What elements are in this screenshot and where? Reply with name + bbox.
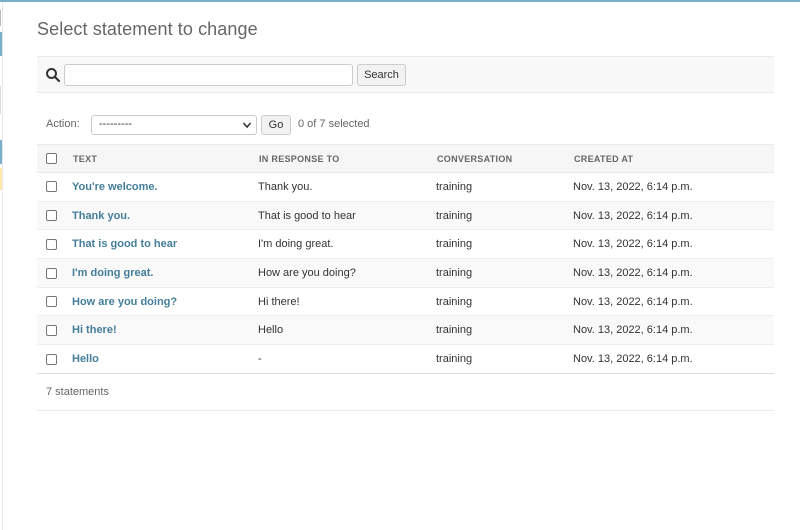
select-all-cell xyxy=(37,144,72,173)
table-row: Thank you. That is good to hear training… xyxy=(37,201,774,231)
in-response-to-cell: Hi there! xyxy=(258,287,436,317)
row-checkbox[interactable] xyxy=(46,296,57,308)
row-checkbox[interactable] xyxy=(46,181,57,193)
statement-link[interactable]: Thank you. xyxy=(72,210,130,222)
conversation-cell: training xyxy=(436,258,573,288)
statement-link[interactable]: Hi there! xyxy=(72,324,117,336)
in-response-to-cell: Thank you. xyxy=(258,172,436,202)
created-at-cell: Nov. 13, 2022, 6:14 p.m. xyxy=(573,315,774,346)
created-at-cell: Nov. 13, 2022, 6:14 p.m. xyxy=(573,172,774,202)
table-row: How are you doing? Hi there! training No… xyxy=(37,287,774,317)
search-icon xyxy=(46,68,61,83)
sidebar-edge-marker xyxy=(0,32,2,56)
in-response-to-cell: How are you doing? xyxy=(258,258,436,288)
selected-count: 0 of 7 selected xyxy=(298,118,370,130)
column-header-text[interactable]: Text xyxy=(72,144,258,173)
created-at-cell: Nov. 13, 2022, 6:14 p.m. xyxy=(573,287,774,317)
created-at-cell: Nov. 13, 2022, 6:14 p.m. xyxy=(573,201,774,231)
conversation-cell: training xyxy=(436,344,573,374)
row-checkbox[interactable] xyxy=(46,238,57,250)
row-checkbox[interactable] xyxy=(46,353,57,365)
conversation-cell: training xyxy=(436,229,573,260)
conversation-cell: training xyxy=(436,172,573,202)
statement-link[interactable]: Hello xyxy=(72,353,99,365)
in-response-to-cell: I'm doing great. xyxy=(258,229,436,260)
sidebar-edge xyxy=(0,2,3,530)
conversation-cell: training xyxy=(436,201,573,231)
created-at-cell: Nov. 13, 2022, 6:14 p.m. xyxy=(573,229,774,260)
action-select-value: --------- xyxy=(99,118,132,130)
go-button[interactable]: Go xyxy=(261,115,291,135)
row-checkbox[interactable] xyxy=(46,324,57,336)
search-toolbar: Search xyxy=(37,56,774,93)
in-response-to-cell: Hello xyxy=(258,315,436,346)
action-label: Action: xyxy=(46,118,80,130)
paginator: 7 statements xyxy=(37,374,774,411)
row-checkbox[interactable] xyxy=(46,267,57,279)
created-at-cell: Nov. 13, 2022, 6:14 p.m. xyxy=(573,258,774,288)
conversation-cell: training xyxy=(436,315,573,346)
table-header-row: Text In response to Conversation Created… xyxy=(37,144,774,173)
statement-link[interactable]: That is good to hear xyxy=(72,238,177,250)
conversation-cell: training xyxy=(436,287,573,317)
action-select[interactable]: --------- xyxy=(91,115,257,135)
sidebar-edge-highlight xyxy=(0,168,2,190)
page-title: Select statement to change xyxy=(37,19,258,39)
chevron-down-icon xyxy=(242,122,252,129)
top-accent-bar xyxy=(0,0,800,2)
result-count: 7 statements xyxy=(46,386,109,398)
results-table: Text In response to Conversation Created… xyxy=(37,144,774,374)
table-row: Hi there! Hello training Nov. 13, 2022, … xyxy=(37,315,774,346)
search-button[interactable]: Search xyxy=(357,64,406,86)
column-header-in-response-to[interactable]: In response to xyxy=(258,144,436,173)
column-header-conversation[interactable]: Conversation xyxy=(436,144,573,173)
actions-bar: Action: --------- Go 0 of 7 selected xyxy=(37,113,774,137)
sidebar-edge-marker xyxy=(0,140,2,164)
statement-link[interactable]: You're welcome. xyxy=(72,181,158,193)
search-input[interactable] xyxy=(64,64,353,86)
row-checkbox[interactable] xyxy=(46,210,57,222)
table-row: That is good to hear I'm doing great. tr… xyxy=(37,229,774,260)
statement-link[interactable]: How are you doing? xyxy=(72,296,177,308)
select-all-checkbox[interactable] xyxy=(46,153,57,165)
created-at-cell: Nov. 13, 2022, 6:14 p.m. xyxy=(573,344,774,374)
column-header-created-at[interactable]: Created at xyxy=(573,144,774,173)
table-row: I'm doing great. How are you doing? trai… xyxy=(37,258,774,288)
table-row: You're welcome. Thank you. training Nov.… xyxy=(37,172,774,202)
in-response-to-cell: - xyxy=(258,344,436,374)
statement-link[interactable]: I'm doing great. xyxy=(72,267,153,279)
table-row: Hello - training Nov. 13, 2022, 6:14 p.m… xyxy=(37,344,774,374)
in-response-to-cell: That is good to hear xyxy=(258,201,436,231)
